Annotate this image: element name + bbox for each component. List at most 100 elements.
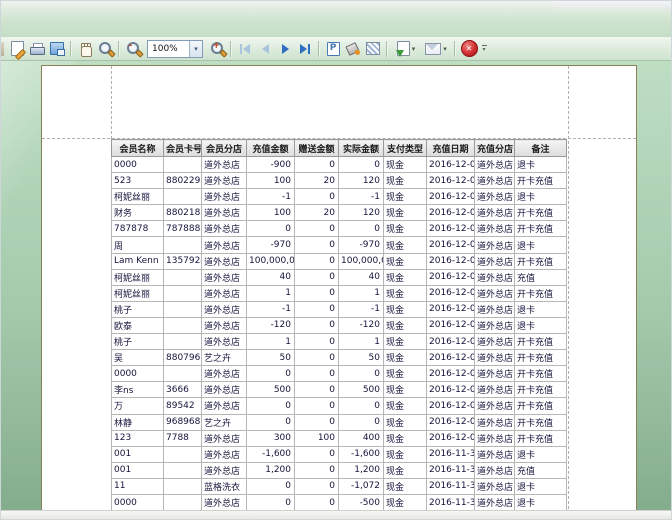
cell: 退卡	[515, 446, 567, 462]
cell: -900	[247, 157, 295, 173]
table-row: 桃子道外总店101现金2016-12-0道外总店开卡充值	[112, 334, 567, 350]
pages-icon: P	[327, 42, 340, 56]
cell: 退卡	[515, 157, 567, 173]
zoom-out-button[interactable]: -	[123, 39, 143, 58]
cell: 道外总店	[475, 446, 515, 462]
next-page-icon	[282, 44, 289, 54]
cell: 现金	[384, 221, 427, 237]
last-page-button[interactable]	[295, 39, 315, 58]
email-caret-icon[interactable]: ▾	[443, 45, 447, 53]
cell: 道外总店	[202, 382, 247, 398]
cell: 柯妮丝丽	[112, 189, 164, 205]
cell	[164, 366, 202, 382]
cell: 0	[295, 253, 339, 269]
cell: 开卡充值	[515, 285, 567, 301]
export-caret-icon[interactable]: ▾	[412, 45, 416, 53]
cell: 2016-12-0	[427, 398, 475, 414]
cell: 现金	[384, 366, 427, 382]
cell: 2016-11-3	[427, 446, 475, 462]
cell: 400	[339, 430, 384, 446]
close-preview-button[interactable]: ✕	[459, 39, 479, 58]
cell	[164, 317, 202, 333]
export-button[interactable]: ▾	[391, 39, 421, 58]
preview-area[interactable]: 会员名称会员卡号会员分店充值金额赠送金额实际金额支付类型充值日期充值分店备注 0…	[1, 61, 671, 519]
cell: 道外总店	[475, 205, 515, 221]
table-row: 桃子道外总店-10-1现金2016-12-0道外总店退卡	[112, 301, 567, 317]
titlebar-highlight	[551, 1, 671, 9]
cell: 2016-12-0	[427, 237, 475, 253]
print-button[interactable]	[27, 39, 47, 58]
first-page-button[interactable]	[235, 39, 255, 58]
toolbar-separator	[454, 41, 456, 57]
cell	[164, 157, 202, 173]
paint-can-icon	[347, 43, 360, 55]
table-row: 周道外总店-9700-970现金2016-12-0道外总店退卡	[112, 237, 567, 253]
cell: 道外总店	[475, 462, 515, 478]
zoom-in-button[interactable]: +	[207, 39, 227, 58]
cell: 开卡充值	[515, 350, 567, 366]
table-row: 林静968968艺之卉000现金2016-12-0道外总店开卡充值	[112, 414, 567, 430]
cell: 500	[339, 382, 384, 398]
cell: 0	[295, 317, 339, 333]
cell: 0	[295, 334, 339, 350]
cell: 0	[295, 478, 339, 494]
previous-page-icon	[262, 44, 269, 54]
table-row: 欧泰道外总店-1200-120现金2016-12-0道外总店退卡	[112, 317, 567, 333]
toolbar-overflow-button[interactable]: ▾	[479, 39, 489, 58]
clipped-toolbar-icon	[1, 42, 4, 56]
cell: 787878	[112, 221, 164, 237]
cell: 开卡充值	[515, 173, 567, 189]
cell: 现金	[384, 334, 427, 350]
cell: 开卡充值	[515, 414, 567, 430]
cell: 0	[295, 382, 339, 398]
cell: 退卡	[515, 494, 567, 510]
cell: 523	[112, 173, 164, 189]
cell: 2016-12-0	[427, 414, 475, 430]
multi-page-view-button[interactable]: P	[323, 39, 343, 58]
cell: 0	[339, 157, 384, 173]
cell: 开卡充值	[515, 253, 567, 269]
table-row: 柯妮丝丽道外总店101现金2016-12-0道外总店开卡充值	[112, 285, 567, 301]
cell: 道外总店	[202, 446, 247, 462]
cell	[164, 285, 202, 301]
cell: 现金	[384, 237, 427, 253]
cell: 001	[112, 446, 164, 462]
email-button[interactable]: ▾	[421, 39, 451, 58]
cell: 100,000,0	[247, 253, 295, 269]
page-color-button[interactable]	[343, 39, 363, 58]
cell: 现金	[384, 157, 427, 173]
cell: 2016-11-3	[427, 462, 475, 478]
cell	[164, 189, 202, 205]
cell: 0	[295, 494, 339, 510]
cell: 20	[295, 205, 339, 221]
zoom-tool-button[interactable]	[95, 39, 115, 58]
next-page-button[interactable]	[275, 39, 295, 58]
toolbar-separator	[230, 41, 232, 57]
cell: 李ns	[112, 382, 164, 398]
envelope-icon	[425, 43, 441, 55]
cell: 道外总店	[202, 462, 247, 478]
document-pencil-icon	[11, 41, 24, 56]
cell: 道外总店	[475, 237, 515, 253]
cell: -970	[247, 237, 295, 253]
cell: 道外总店	[202, 237, 247, 253]
cell: 道外总店	[202, 398, 247, 414]
cell: 开卡充值	[515, 221, 567, 237]
print-options-button[interactable]	[47, 39, 67, 58]
cell: 89542	[164, 398, 202, 414]
column-header: 充值金额	[247, 140, 295, 157]
cell: 开卡充值	[515, 398, 567, 414]
cell: 周	[112, 237, 164, 253]
cell: 道外总店	[202, 173, 247, 189]
cell: 100	[247, 173, 295, 189]
watermark-button[interactable]	[363, 39, 383, 58]
zoom-level-combo[interactable]: 100% ▾	[147, 40, 203, 58]
close-icon: ✕	[461, 40, 478, 57]
previous-page-button[interactable]	[255, 39, 275, 58]
table-row: 财务880218道外总店10020120现金2016-12-0道外总店开卡充值	[112, 205, 567, 221]
column-header: 赠送金额	[295, 140, 339, 157]
cell: 道外总店	[202, 285, 247, 301]
hand-tool-button[interactable]	[75, 39, 95, 58]
page-setup-button[interactable]	[7, 39, 27, 58]
zoom-combo-caret[interactable]: ▾	[189, 41, 202, 57]
